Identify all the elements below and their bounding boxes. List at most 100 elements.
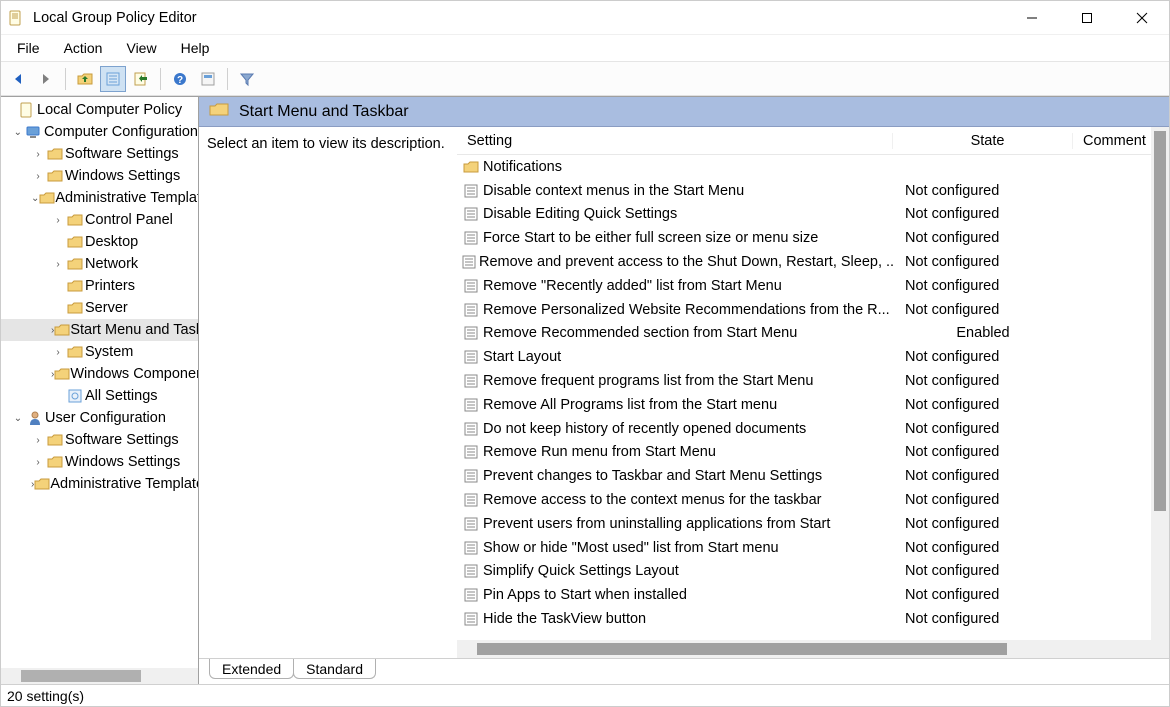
list-item[interactable]: Remove "Recently added" list from Start …	[457, 274, 1169, 298]
properties-icon[interactable]	[100, 66, 126, 92]
setting-label: Remove frequent programs list from the S…	[483, 373, 813, 389]
export-icon[interactable]	[128, 66, 154, 92]
folder-icon	[209, 101, 229, 122]
tree-root[interactable]: Local Computer Policy	[1, 99, 198, 121]
setting-label: Disable Editing Quick Settings	[483, 206, 677, 222]
list-item[interactable]: Disable Editing Quick Settings Not config…	[457, 203, 1169, 227]
tree-horizontal-scrollbar[interactable]	[1, 668, 198, 684]
list-item[interactable]: Hide the TaskView buttonNot configured	[457, 607, 1169, 631]
state-label: Not configured	[893, 254, 1073, 270]
back-icon[interactable]	[5, 66, 31, 92]
scrollbar-thumb[interactable]	[1154, 131, 1166, 511]
tree-software-settings[interactable]: › Software Settings	[1, 143, 198, 165]
chevron-down-icon[interactable]: ⌄	[11, 413, 25, 424]
tree[interactable]: Local Computer Policy ⌄ Computer Configu…	[1, 97, 198, 664]
tree-start-menu[interactable]: › Start Menu and Taskbar	[1, 319, 198, 341]
list-item[interactable]: Remove frequent programs list from the S…	[457, 369, 1169, 393]
tree-windows-components[interactable]: › Windows Components	[1, 363, 198, 385]
setting-label: Simplify Quick Settings Layout	[483, 563, 679, 579]
setting-icon	[461, 373, 481, 389]
setting-icon	[461, 183, 481, 199]
chevron-right-icon[interactable]: ›	[31, 435, 45, 446]
folder-icon	[461, 160, 481, 174]
list-item[interactable]: Remove Personalized Website Recommendati…	[457, 298, 1169, 322]
tree-computer-config[interactable]: ⌄ Computer Configuration	[1, 121, 198, 143]
vertical-scrollbar[interactable]	[1151, 127, 1169, 640]
tree-windows-settings[interactable]: › Windows Settings	[1, 165, 198, 187]
scrollbar-thumb[interactable]	[477, 643, 1007, 655]
chevron-right-icon[interactable]: ›	[31, 171, 45, 182]
up-folder-icon[interactable]	[72, 66, 98, 92]
filter-icon[interactable]	[234, 66, 260, 92]
list-item[interactable]: Prevent changes to Taskbar and Start Men…	[457, 464, 1169, 488]
chevron-right-icon[interactable]: ›	[51, 215, 65, 226]
tree-u-windows-settings[interactable]: › Windows Settings	[1, 451, 198, 473]
menubar: File Action View Help	[1, 35, 1169, 62]
chevron-down-icon[interactable]: ⌄	[31, 193, 39, 204]
tree-label: Local Computer Policy	[37, 102, 182, 118]
scrollbar-thumb[interactable]	[21, 670, 141, 682]
list-rows[interactable]: NotificationsDisable context menus in th…	[457, 155, 1169, 640]
chevron-right-icon[interactable]: ›	[31, 149, 45, 160]
folder-icon	[45, 169, 65, 183]
tree-system[interactable]: › System	[1, 341, 198, 363]
tree-u-admin-templates[interactable]: › Administrative Templates	[1, 473, 198, 495]
setting-icon	[461, 278, 481, 294]
folder-icon	[39, 191, 55, 205]
tree-network[interactable]: › Network	[1, 253, 198, 275]
tree-desktop[interactable]: Desktop	[1, 231, 198, 253]
tree-server[interactable]: Server	[1, 297, 198, 319]
setting-label: Force Start to be either full screen siz…	[483, 230, 818, 246]
tab-standard[interactable]: Standard	[293, 659, 376, 679]
list-item[interactable]: Remove All Programs list from the Start …	[457, 393, 1169, 417]
menu-help[interactable]: Help	[169, 36, 222, 60]
list-item[interactable]: Notifications	[457, 155, 1169, 179]
options-icon[interactable]	[195, 66, 221, 92]
tree-printers[interactable]: Printers	[1, 275, 198, 297]
minimize-button[interactable]	[1004, 1, 1059, 35]
menu-view[interactable]: View	[114, 36, 168, 60]
maximize-button[interactable]	[1059, 1, 1114, 35]
list-item[interactable]: Remove and prevent access to the Shut Do…	[457, 250, 1169, 274]
tree-control-panel[interactable]: › Control Panel	[1, 209, 198, 231]
horizontal-scrollbar[interactable]	[457, 640, 1169, 658]
state-label: Not configured	[893, 516, 1073, 532]
list-item[interactable]: Disable context menus in the Start MenuN…	[457, 179, 1169, 203]
tree-label: Software Settings	[65, 146, 179, 162]
list-item[interactable]: Start LayoutNot configured	[457, 345, 1169, 369]
help-icon[interactable]: ?	[167, 66, 193, 92]
tree-admin-templates[interactable]: ⌄ Administrative Templates	[1, 187, 198, 209]
column-setting[interactable]: Setting	[457, 133, 893, 149]
setting-label: Remove Run menu from Start Menu	[483, 444, 716, 460]
state-label: Not configured	[893, 540, 1073, 556]
forward-icon[interactable]	[33, 66, 59, 92]
state-label: Not configured	[893, 206, 1073, 222]
list-item[interactable]: Force Start to be either full screen siz…	[457, 226, 1169, 250]
tab-extended[interactable]: Extended	[209, 659, 294, 679]
list-item[interactable]: Remove access to the context menus for t…	[457, 488, 1169, 512]
tree-user-config[interactable]: ⌄ User Configuration	[1, 407, 198, 429]
tree-u-software-settings[interactable]: › Software Settings	[1, 429, 198, 451]
chevron-right-icon[interactable]: ›	[51, 259, 65, 270]
menu-action[interactable]: Action	[52, 36, 115, 60]
chevron-right-icon[interactable]: ›	[51, 347, 65, 358]
tree-all-settings[interactable]: All Settings	[1, 385, 198, 407]
list-item[interactable]: Remove Recommended section from Start Me…	[457, 322, 1169, 346]
setting-label: Remove access to the context menus for t…	[483, 492, 822, 508]
chevron-down-icon[interactable]: ⌄	[11, 127, 25, 138]
content-header-title: Start Menu and Taskbar	[239, 103, 409, 121]
setting-label: Remove Personalized Website Recommendati…	[483, 302, 890, 318]
chevron-right-icon[interactable]: ›	[31, 457, 45, 468]
column-state[interactable]: State	[893, 133, 1073, 149]
list-item[interactable]: Do not keep history of recently opened d…	[457, 417, 1169, 441]
menu-file[interactable]: File	[5, 36, 52, 60]
list-item[interactable]: Prevent users from uninstalling applicat…	[457, 512, 1169, 536]
close-button[interactable]	[1114, 1, 1169, 35]
setting-icon	[461, 468, 481, 484]
list-item[interactable]: Remove Run menu from Start MenuNot confi…	[457, 441, 1169, 465]
list-item[interactable]: Show or hide "Most used" list from Start…	[457, 536, 1169, 560]
tree-label: Start Menu and Taskbar	[70, 322, 198, 338]
list-item[interactable]: Pin Apps to Start when installedNot conf…	[457, 583, 1169, 607]
tree-label: Printers	[85, 278, 135, 294]
list-item[interactable]: Simplify Quick Settings LayoutNot config…	[457, 560, 1169, 584]
